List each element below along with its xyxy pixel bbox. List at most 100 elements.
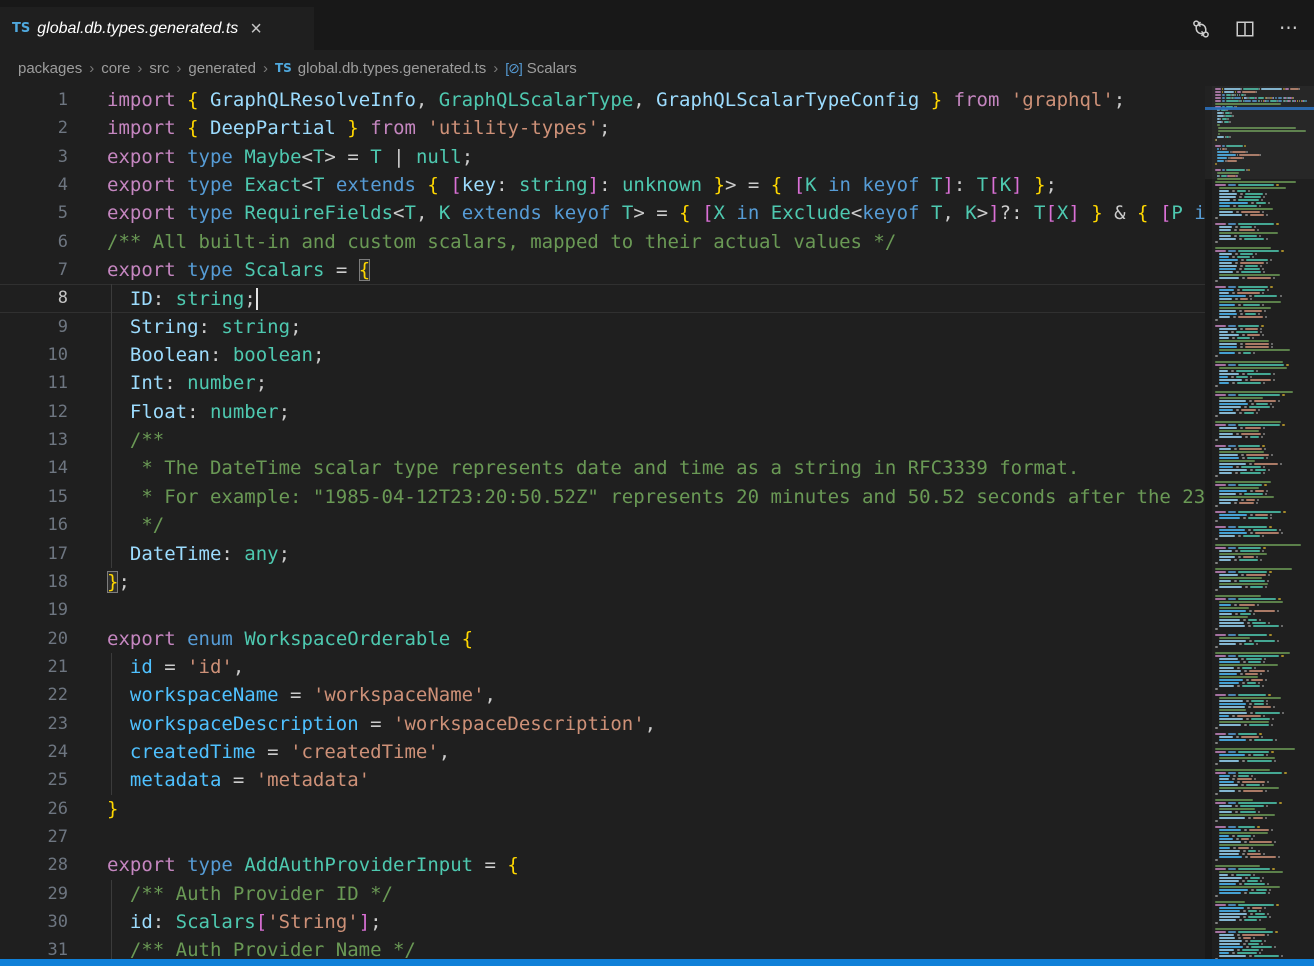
line-number[interactable]: 6 (0, 228, 95, 256)
line-number[interactable]: 27 (0, 823, 95, 851)
minimap-row (1215, 682, 1311, 684)
code-line[interactable]: export enum WorkspaceOrderable { (0, 625, 1205, 653)
minimap-row (1215, 820, 1311, 822)
code-line[interactable]: workspaceDescription = 'workspaceDescrip… (0, 710, 1205, 738)
line-number[interactable]: 10 (0, 341, 95, 369)
breadcrumb-item-src[interactable]: src (149, 60, 169, 77)
code-token (199, 117, 210, 139)
code-token (416, 117, 427, 139)
line-number[interactable]: 26 (0, 795, 95, 823)
line-number[interactable]: 25 (0, 766, 95, 794)
line-number[interactable]: 20 (0, 625, 95, 653)
more-actions-icon[interactable]: ⋯ (1278, 18, 1300, 40)
code-line[interactable] (0, 596, 1205, 624)
code-token: K (1000, 174, 1011, 196)
code-line[interactable]: ID: string; (0, 284, 1205, 312)
minimap-slider[interactable] (1205, 86, 1314, 179)
line-number[interactable]: 21 (0, 653, 95, 681)
breadcrumb-item-generated[interactable]: generated (188, 60, 256, 77)
code-line[interactable]: */ (0, 511, 1205, 539)
code-line[interactable]: export type Exact<T extends { [key: stri… (0, 171, 1205, 199)
line-number[interactable]: 17 (0, 540, 95, 568)
line-number[interactable]: 12 (0, 398, 95, 426)
minimap-content (1215, 88, 1311, 961)
code-token: & (1103, 202, 1137, 224)
code-line[interactable]: export type RequireFields<T, K extends k… (0, 199, 1205, 227)
code-line[interactable]: Boolean: boolean; (0, 341, 1205, 369)
minimap-row (1215, 868, 1311, 870)
code-line[interactable]: export type AddAuthProviderInput = { (0, 851, 1205, 879)
line-number[interactable]: 24 (0, 738, 95, 766)
split-editor-icon[interactable] (1234, 18, 1256, 40)
breadcrumb-file[interactable]: global.db.types.generated.ts (298, 60, 486, 77)
minimap-row (1215, 508, 1311, 510)
line-number[interactable]: 29 (0, 880, 95, 908)
chevron-right-icon: › (137, 60, 142, 77)
code-line[interactable]: metadata = 'metadata' (0, 766, 1205, 794)
code-line[interactable]: DateTime: any; (0, 540, 1205, 568)
breadcrumb-item-packages[interactable]: packages (18, 60, 82, 77)
code-line[interactable]: id = 'id', (0, 653, 1205, 681)
code-line[interactable]: createdTime = 'createdTime', (0, 738, 1205, 766)
code-line[interactable]: Int: number; (0, 369, 1205, 397)
close-tab-icon[interactable]: × (250, 19, 262, 39)
line-number[interactable]: 3 (0, 143, 95, 171)
code-token: < (302, 146, 313, 168)
code-line[interactable]: Float: number; (0, 398, 1205, 426)
code-line[interactable] (0, 823, 1205, 851)
line-number[interactable]: 13 (0, 426, 95, 454)
line-number[interactable]: 15 (0, 483, 95, 511)
line-number[interactable]: 22 (0, 681, 95, 709)
line-number[interactable]: 1 (0, 86, 95, 114)
minimap-row (1215, 685, 1311, 687)
line-number[interactable]: 23 (0, 710, 95, 738)
code-line[interactable]: String: string; (0, 313, 1205, 341)
code-line[interactable]: * The DateTime scalar type represents da… (0, 454, 1205, 482)
code-line[interactable]: }; (0, 568, 1205, 596)
open-changes-icon[interactable] (1190, 18, 1212, 40)
minimap-row (1215, 589, 1311, 591)
code-line[interactable]: /** (0, 426, 1205, 454)
code-line[interactable]: /** Auth Provider Name */ (0, 936, 1205, 959)
code-line[interactable]: } (0, 795, 1205, 823)
line-number[interactable]: 9 (0, 313, 95, 341)
line-number[interactable]: 19 (0, 596, 95, 624)
minimap-row (1215, 778, 1311, 780)
code-line[interactable]: import { DeepPartial } from 'utility-typ… (0, 114, 1205, 142)
code-token (233, 628, 244, 650)
line-number[interactable]: 16 (0, 511, 95, 539)
minimap-row (1215, 904, 1311, 906)
line-number[interactable]: 31 (0, 936, 95, 959)
line-number[interactable]: 18 (0, 568, 95, 596)
breadcrumb-item-core[interactable]: core (101, 60, 130, 77)
line-number[interactable]: 5 (0, 199, 95, 227)
code-area[interactable]: import { GraphQLResolveInfo, GraphQLScal… (0, 86, 1205, 959)
chevron-right-icon: › (263, 60, 268, 77)
code-token: = (645, 202, 679, 224)
minimap[interactable] (1205, 86, 1314, 959)
minimap-row (1215, 898, 1311, 900)
code-line[interactable]: workspaceName = 'workspaceName', (0, 681, 1205, 709)
line-number[interactable]: 11 (0, 369, 95, 397)
line-number[interactable]: 2 (0, 114, 95, 142)
editor-pane[interactable]: import { GraphQLResolveInfo, GraphQLScal… (0, 86, 1314, 959)
line-number[interactable]: 8 (0, 284, 95, 312)
code-line[interactable]: export type Scalars = { (0, 256, 1205, 284)
line-number[interactable]: 30 (0, 908, 95, 936)
editor-tab[interactable]: TS global.db.types.generated.ts × (0, 7, 314, 50)
line-number[interactable]: 14 (0, 454, 95, 482)
code-token: > (324, 146, 335, 168)
code-token (817, 174, 828, 196)
code-line[interactable]: /** All built-in and custom scalars, map… (0, 228, 1205, 256)
line-number[interactable]: 4 (0, 171, 95, 199)
code-line[interactable]: id: Scalars['String']; (0, 908, 1205, 936)
code-line[interactable]: import { GraphQLResolveInfo, GraphQLScal… (0, 86, 1205, 114)
minimap-row (1215, 598, 1311, 600)
line-number[interactable]: 7 (0, 256, 95, 284)
code-line[interactable]: export type Maybe<T> = T | null; (0, 143, 1205, 171)
code-line[interactable]: /** Auth Provider ID */ (0, 880, 1205, 908)
breadcrumb-symbol[interactable]: Scalars (527, 60, 577, 77)
line-number[interactable]: 28 (0, 851, 95, 879)
minimap-row (1215, 445, 1311, 447)
code-line[interactable]: * For example: "1985-04-12T23:20:50.52Z"… (0, 483, 1205, 511)
